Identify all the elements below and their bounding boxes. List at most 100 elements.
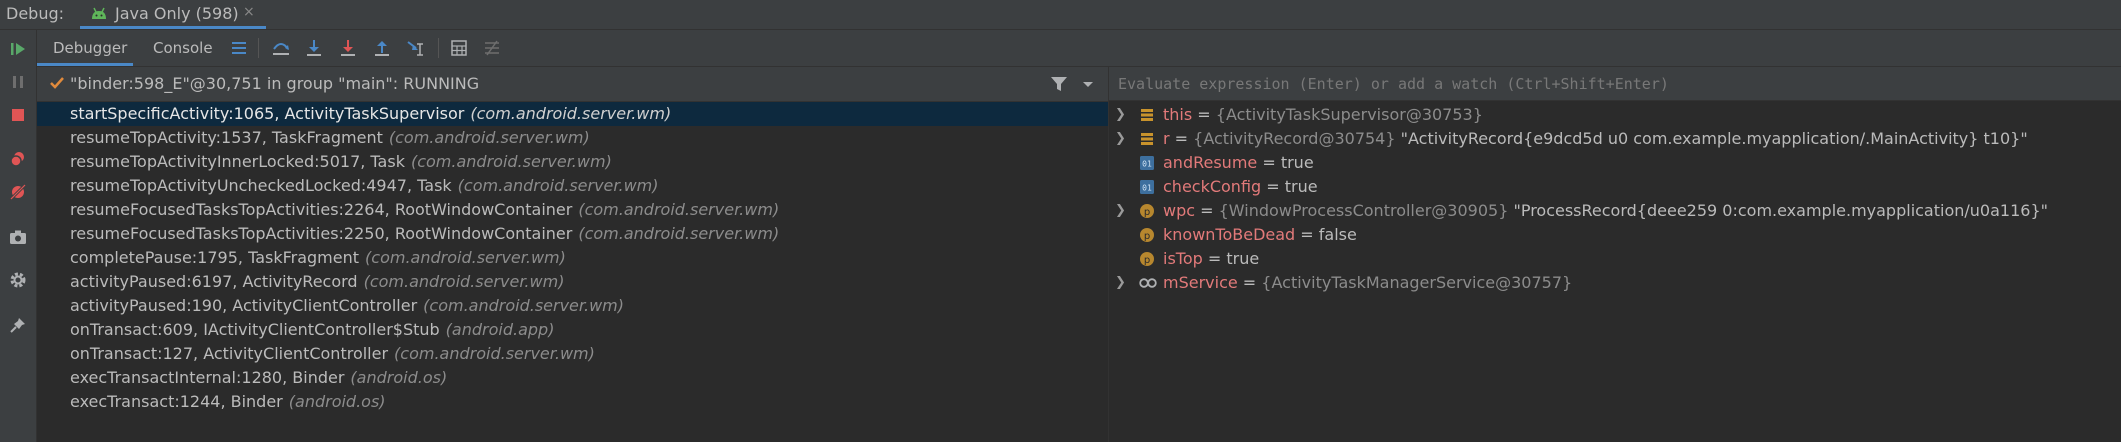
frame-item[interactable]: resumeFocusedTasksTopActivities:2250, Ro… — [37, 222, 1108, 246]
variable-value: true — [1226, 249, 1260, 268]
frame-item[interactable]: resumeTopActivity:1537, TaskFragment (com… — [37, 126, 1108, 150]
debugger-toolbar: Debugger Console — [37, 30, 2121, 67]
variables-panel: ❯ this = {ActivityTaskSupervisor@30753} … — [1109, 67, 2121, 442]
variable-name: this — [1163, 105, 1193, 124]
frame-method: onTransact:609, IActivityClientControlle… — [70, 320, 440, 339]
android-icon — [92, 7, 106, 19]
variable-row[interactable]: p knownToBeDead = false — [1109, 223, 2121, 247]
variable-name: knownToBeDead — [1163, 225, 1296, 244]
primitive-icon: 01 — [1140, 156, 1154, 170]
variable-row[interactable]: ❯ this = {ActivityTaskSupervisor@30753} — [1109, 103, 2121, 127]
frame-package: (com.android.server.wm) — [363, 272, 565, 291]
variable-equals: = — [1202, 249, 1227, 268]
evaluate-expression-icon[interactable] — [447, 36, 471, 60]
chevron-right-icon[interactable]: ❯ — [1115, 127, 1127, 151]
pin-icon[interactable] — [6, 313, 30, 337]
frame-method: activityPaused:190, ActivityClientContro… — [70, 296, 418, 315]
frame-method: resumeTopActivityUncheckedLocked:4947, T… — [70, 176, 452, 195]
frame-package: (com.android.server.wm) — [457, 176, 659, 195]
frame-list: startSpecificActivity:1065, ActivityTask… — [37, 102, 1108, 414]
variable-name: mService — [1163, 273, 1238, 292]
step-out-icon[interactable] — [370, 36, 394, 60]
frame-package: (android.os) — [288, 392, 386, 411]
variable-equals: = — [1261, 177, 1285, 196]
chevron-right-icon[interactable]: ❯ — [1115, 271, 1127, 295]
field-icon — [1141, 133, 1153, 145]
tab-debugger[interactable]: Debugger — [37, 30, 133, 66]
resume-icon[interactable] — [6, 37, 30, 61]
frame-package: (com.android.server.wm) — [388, 128, 590, 147]
frame-method: startSpecificActivity:1065, ActivityTask… — [70, 104, 465, 123]
variable-row[interactable]: ❯ p wpc = {WindowProcessController@30905… — [1109, 199, 2121, 223]
frame-item[interactable]: resumeFocusedTasksTopActivities:2264, Ro… — [37, 198, 1108, 222]
step-over-icon[interactable] — [269, 36, 293, 60]
mute-breakpoints-icon[interactable] — [6, 180, 30, 204]
frame-method: activityPaused:6197, ActivityRecord — [70, 272, 358, 291]
variable-value: true — [1280, 153, 1314, 172]
watch-icon — [1139, 278, 1157, 288]
svg-text:01: 01 — [1142, 160, 1152, 169]
frame-package: (android.app) — [445, 320, 555, 339]
variable-tree: ❯ this = {ActivityTaskSupervisor@30753} … — [1109, 103, 2121, 295]
force-step-into-icon[interactable] — [336, 36, 360, 60]
frame-method: completePause:1795, TaskFragment — [70, 248, 360, 267]
layout-icon[interactable] — [227, 36, 251, 60]
frame-method: resumeTopActivity:1537, TaskFragment — [70, 128, 383, 147]
filter-icon[interactable] — [1050, 75, 1068, 93]
pause-icon[interactable] — [6, 70, 30, 94]
close-icon[interactable]: × — [243, 4, 255, 20]
trace-icon[interactable] — [480, 36, 504, 60]
thread-selector[interactable]: "binder:598_E"@30,751 in group "main": R… — [37, 67, 1108, 102]
tab-debugger-label: Debugger — [53, 39, 128, 57]
chevron-down-icon[interactable] — [1080, 75, 1096, 93]
debug-titlebar: Debug: Java Only (598) × — [0, 0, 2121, 30]
frame-item[interactable]: activityPaused:190, ActivityClientContro… — [37, 294, 1108, 318]
run-to-cursor-icon[interactable] — [404, 36, 428, 60]
frame-package: (android.os) — [350, 368, 448, 387]
variable-value: "ActivityRecord{e9dcd5d u0 com.example.m… — [1395, 129, 2028, 148]
frame-item[interactable]: resumeTopActivityInnerLocked:5017, Task (… — [37, 150, 1108, 174]
variable-name: wpc — [1163, 201, 1196, 220]
step-into-icon[interactable] — [302, 36, 326, 60]
frame-item[interactable]: execTransact:1244, Binder (android.os) — [37, 390, 1108, 414]
camera-icon[interactable] — [6, 225, 30, 249]
variable-row[interactable]: 01 checkConfig = true — [1109, 175, 2121, 199]
frame-package: (com.android.server.wm) — [578, 200, 780, 219]
chevron-right-icon[interactable]: ❯ — [1115, 103, 1127, 127]
toolbar-separator — [258, 38, 259, 58]
settings-icon[interactable] — [6, 268, 30, 292]
frame-package: (com.android.server.wm) — [578, 224, 780, 243]
frame-item[interactable]: startSpecificActivity:1065, ActivityTask… — [37, 102, 1108, 126]
frame-item[interactable]: onTransact:609, IActivityClientControlle… — [37, 318, 1108, 342]
frame-package: (com.android.server.wm) — [394, 344, 595, 363]
variable-equals: = — [1257, 153, 1281, 172]
variable-row[interactable]: ❯ r = {ActivityRecord@30754} "ActivityRe… — [1109, 127, 2121, 151]
variable-name: checkConfig — [1163, 177, 1262, 196]
variable-type: {ActivityRecord@30754} — [1193, 129, 1396, 148]
debug-label: Debug: — [6, 4, 65, 23]
variable-value: false — [1318, 225, 1357, 244]
chevron-right-icon[interactable]: ❯ — [1115, 199, 1127, 223]
session-tab[interactable]: Java Only (598) × — [80, 0, 266, 29]
frame-method: onTransact:127, ActivityClientController — [70, 344, 389, 363]
frame-item[interactable]: resumeTopActivityUncheckedLocked:4947, T… — [37, 174, 1108, 198]
frame-method: resumeFocusedTasksTopActivities:2264, Ro… — [70, 200, 573, 219]
variable-row[interactable]: 01 andResume = true — [1109, 151, 2121, 175]
tab-console[interactable]: Console — [137, 30, 227, 66]
frame-item[interactable]: onTransact:127, ActivityClientController… — [37, 342, 1108, 366]
variable-equals: = — [1169, 129, 1194, 148]
frame-item[interactable]: completePause:1795, TaskFragment (com.and… — [37, 246, 1108, 270]
frame-item[interactable]: activityPaused:6197, ActivityRecord (com.… — [37, 270, 1108, 294]
evaluate-expression-input[interactable] — [1109, 67, 2121, 101]
stop-icon[interactable] — [6, 103, 30, 127]
variable-row[interactable]: p isTop = true — [1109, 247, 2121, 271]
variable-equals: = — [1195, 201, 1219, 220]
frame-item[interactable]: execTransactInternal:1280, Binder (androi… — [37, 366, 1108, 390]
view-breakpoints-icon[interactable] — [6, 147, 30, 171]
debug-side-toolbar — [0, 30, 37, 442]
variable-row[interactable]: ❯ mService = {ActivityTaskManagerService… — [1109, 271, 2121, 295]
frame-package: (com.android.server.wm) — [470, 104, 672, 123]
variable-type: {ActivityTaskSupervisor@30753} — [1215, 105, 1483, 124]
parameter-icon: p — [1140, 252, 1154, 266]
frame-package: (com.android.server.wm) — [410, 152, 612, 171]
